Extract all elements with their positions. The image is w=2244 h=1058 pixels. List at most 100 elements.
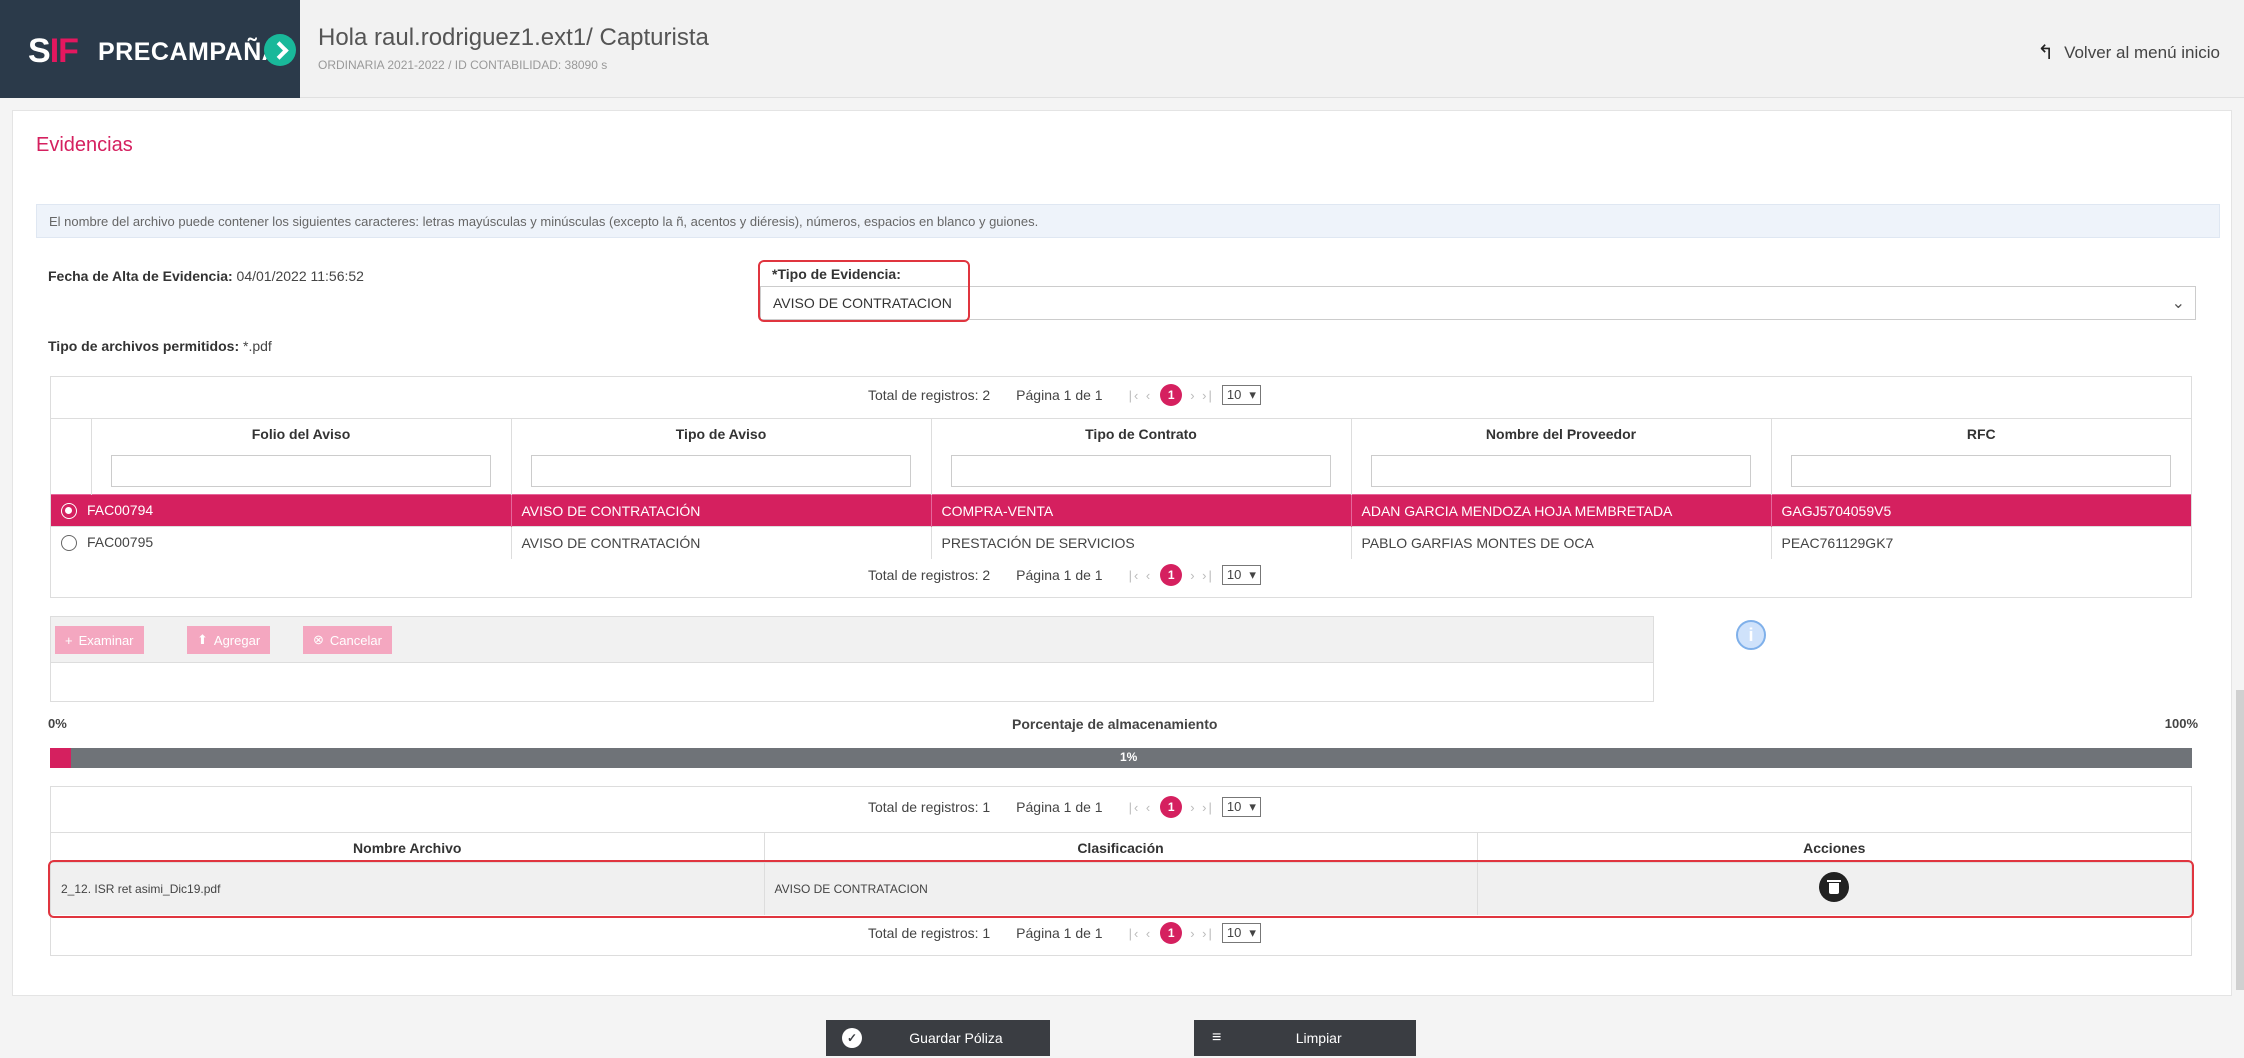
next-last-icon[interactable]: › ›| — [1190, 388, 1214, 403]
table-cell: ADAN GARCIA MENDOZA HOJA MEMBRETADA — [1351, 494, 1772, 527]
table-row[interactable]: FAC00794 AVISO DE CONTRATACIÓN COMPRA-VE… — [51, 494, 2191, 527]
total-records: Total de registros: 2 — [868, 387, 991, 403]
help-icon[interactable]: i — [1736, 620, 1766, 650]
agregar-button[interactable]: ⬆ Agregar — [187, 626, 271, 654]
page-indicator: Página 1 de 1 — [1016, 799, 1103, 815]
first-prev-icon[interactable]: |‹ ‹ — [1129, 800, 1153, 815]
back-to-menu-link[interactable]: ↰ Volver al menú inicio — [2037, 40, 2220, 65]
fecha-alta: Fecha de Alta de Evidencia: 04/01/2022 1… — [48, 268, 364, 284]
page-indicator: Página 1 de 1 — [1016, 925, 1103, 941]
page-title: Evidencias — [36, 134, 133, 156]
chevron-down-icon: ▾ — [1249, 799, 1256, 814]
filter-cell — [1351, 448, 1772, 495]
back-label: Volver al menú inicio — [2064, 42, 2220, 62]
table-cell: GAGJ5704059V5 — [1771, 494, 2191, 527]
row-radio[interactable] — [61, 503, 77, 520]
guardar-poliza-button[interactable]: ✓ Guardar Póliza — [826, 1020, 1050, 1056]
archivos-pager-bottom: Total de registros: 1 Página 1 de 1 |‹ ‹… — [868, 922, 1261, 944]
upload-toolbar: + Examinar ⬆ Agregar ⊗ Cancelar — [51, 617, 1653, 663]
first-prev-icon[interactable]: |‹ ‹ — [1129, 568, 1153, 583]
cancelar-button[interactable]: ⊗ Cancelar — [303, 626, 392, 654]
page-size-select[interactable]: 10 ▾ — [1221, 923, 1261, 943]
column-header: Tipo de Contrato — [931, 418, 1352, 449]
chevron-down-icon: ▾ — [1249, 925, 1256, 940]
trash-icon[interactable] — [1819, 872, 1850, 903]
column-header: Nombre Archivo — [51, 832, 765, 863]
row-radio[interactable] — [61, 535, 77, 552]
file-name-cell: 2_12. ISR ret asimi_Dic19.pdf — [51, 862, 765, 915]
column-header: Tipo de Aviso — [511, 418, 932, 449]
tipo-evidencia-select[interactable]: AVISO DE CONTRATACION ⌄ — [760, 286, 2196, 320]
total-records: Total de registros: 2 — [868, 567, 991, 583]
current-page-button[interactable]: 1 — [1160, 384, 1183, 406]
rfc-filter-input[interactable] — [1791, 455, 2171, 488]
table-cell: AVISO DE CONTRATACIÓN — [511, 526, 932, 559]
page-size-value: 10 — [1226, 799, 1242, 814]
page-size-value: 10 — [1226, 387, 1242, 402]
fecha-value: 04/01/2022 11:56:52 — [236, 268, 364, 284]
chevron-down-icon: ▾ — [1249, 387, 1256, 402]
next-last-icon[interactable]: › ›| — [1190, 568, 1214, 583]
permitted-files: Tipo de archivos permitidos: *.pdf — [48, 338, 272, 354]
agregar-label: Agregar — [213, 632, 261, 648]
next-last-icon[interactable]: › ›| — [1190, 800, 1214, 815]
page-size-select[interactable]: 10 ▾ — [1221, 385, 1261, 405]
chevron-right-icon[interactable] — [264, 34, 296, 66]
avisos-pager-top: Total de registros: 2 Página 1 de 1 |‹ ‹… — [868, 384, 1261, 406]
reply-arrow-icon: ↰ — [2037, 42, 2055, 64]
folio-cell: FAC00794 — [51, 494, 512, 527]
total-records: Total de registros: 1 — [868, 799, 991, 815]
archivos-table: Nombre Archivo Clasificación Acciones 2_… — [51, 832, 2191, 915]
current-page-button[interactable]: 1 — [1160, 796, 1183, 818]
total-records: Total de registros: 1 — [868, 925, 991, 941]
page-size-value: 10 — [1226, 567, 1242, 582]
limpiar-button[interactable]: ≡ Limpiar — [1194, 1020, 1416, 1056]
tipo-contrato-filter-input[interactable] — [951, 455, 1331, 488]
archivos-pager-top: Total de registros: 1 Página 1 de 1 |‹ ‹… — [868, 796, 1261, 818]
avisos-table: Folio del Aviso Tipo de Aviso Tipo de Co… — [51, 418, 2191, 559]
table-row[interactable]: FAC00795 AVISO DE CONTRATACIÓN PRESTACIÓ… — [51, 526, 2191, 559]
folio-filter-input[interactable] — [111, 455, 491, 488]
current-page-button[interactable]: 1 — [1160, 922, 1183, 944]
first-prev-icon[interactable]: |‹ ‹ — [1129, 388, 1153, 403]
table-cell: PRESTACIÓN DE SERVICIOS — [931, 526, 1352, 559]
examinar-label: Examinar — [78, 632, 134, 648]
storage-max: 100% — [2164, 716, 2198, 731]
first-prev-icon[interactable]: |‹ ‹ — [1129, 926, 1153, 941]
permit-label: Tipo de archivos permitidos: — [48, 338, 240, 354]
classification-cell: AVISO DE CONTRATACION — [764, 862, 1478, 915]
table-row: 2_12. ISR ret asimi_Dic19.pdf AVISO DE C… — [51, 862, 2191, 915]
cancelar-label: Cancelar — [329, 632, 382, 648]
table-cell: PEAC761129GK7 — [1771, 526, 2191, 559]
filter-cell — [931, 448, 1352, 495]
filter-cell — [1771, 449, 2191, 495]
page-size-select[interactable]: 10 ▾ — [1221, 797, 1261, 817]
filter-spacer — [51, 448, 92, 495]
folio-value: FAC00795 — [87, 534, 154, 551]
page-scrollbar[interactable] — [2236, 690, 2244, 990]
page-indicator: Página 1 de 1 — [1016, 387, 1103, 403]
sif-logo: SIF — [28, 32, 79, 70]
process-subtitle: ORDINARIA 2021-2022 / ID CONTABILIDAD: 3… — [318, 58, 608, 72]
actions-cell — [1477, 862, 2191, 915]
column-header: Folio del Aviso — [91, 418, 512, 449]
next-last-icon[interactable]: › ›| — [1190, 926, 1214, 941]
filter-cell — [511, 448, 932, 495]
folio-value: FAC00794 — [87, 501, 154, 518]
filename-info-banner: El nombre del archivo puede contener los… — [36, 204, 2220, 238]
avisos-pager-bottom: Total de registros: 2 Página 1 de 1 |‹ ‹… — [868, 564, 1261, 586]
brand-block: SIF PRECAMPAÑA — [0, 0, 300, 98]
tipo-aviso-filter-input[interactable] — [531, 455, 911, 488]
proveedor-filter-input[interactable] — [1371, 455, 1751, 488]
storage-progress-bar: 1% — [50, 748, 2192, 768]
storage-min: 0% — [48, 716, 67, 731]
brand-name: PRECAMPAÑA — [98, 38, 281, 66]
examinar-button[interactable]: + Examinar — [55, 626, 144, 654]
page-size-select[interactable]: 10 ▾ — [1221, 565, 1261, 585]
chevron-down-icon: ⌄ — [2171, 295, 2185, 312]
column-header: Nombre del Proveedor — [1351, 418, 1772, 449]
current-page-button[interactable]: 1 — [1160, 564, 1183, 586]
user-greeting: Hola raul.rodriguez1.ext1/ Capturista — [318, 24, 709, 51]
upload-panel: + Examinar ⬆ Agregar ⊗ Cancelar — [50, 616, 1654, 702]
table-cell: AVISO DE CONTRATACIÓN — [511, 494, 932, 527]
